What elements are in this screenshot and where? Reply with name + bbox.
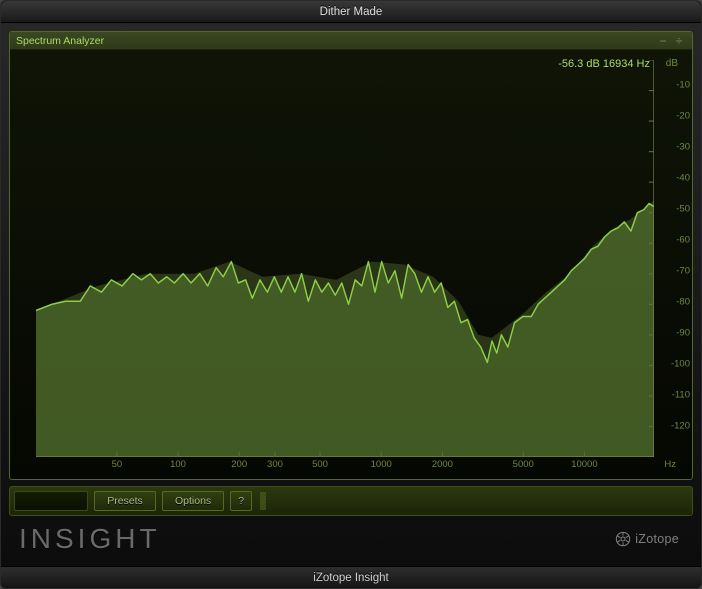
spectrum-plot[interactable] (36, 60, 654, 457)
product-name: INSIGHT (19, 523, 161, 555)
minimize-icon[interactable]: − (656, 35, 670, 47)
company-name: iZotope (635, 532, 679, 546)
footer-caption: iZotope Insight (313, 572, 388, 584)
branding-row: INSIGHT iZotope (9, 516, 693, 562)
plugin-window: Dither Made Spectrum Analyzer − ÷ -56.3 … (0, 0, 702, 589)
plugin-body: Spectrum Analyzer − ÷ -56.3 dB 16934 Hz … (1, 23, 701, 566)
analyzer-body: -56.3 dB 16934 Hz dB -10-20-30-40-50-60-… (10, 50, 692, 479)
window-titlebar[interactable]: Dither Made (1, 1, 701, 23)
spectrum-analyzer-panel: Spectrum Analyzer − ÷ -56.3 dB 16934 Hz … (9, 31, 693, 480)
freq-axis-labels: 5010020030050010002000500010000Hz (36, 457, 654, 475)
spectrum-svg (36, 60, 654, 457)
toolbar-grip-icon[interactable] (260, 492, 266, 510)
toolbar: Presets Options ? (9, 486, 693, 516)
izotope-mark-icon (615, 531, 631, 547)
company-logo: iZotope (615, 531, 679, 547)
panel-title: Spectrum Analyzer (16, 35, 654, 47)
panel-options-icon[interactable]: ÷ (672, 35, 686, 47)
db-axis-labels: -10-20-30-40-50-60-70-80-90-100-110-120 (666, 54, 692, 457)
footer-strip: iZotope Insight (1, 566, 701, 588)
options-button[interactable]: Options (162, 491, 224, 511)
help-button[interactable]: ? (230, 491, 252, 511)
panel-header: Spectrum Analyzer − ÷ (10, 32, 692, 50)
toolbar-display-well[interactable] (14, 491, 88, 511)
presets-button[interactable]: Presets (94, 491, 156, 511)
window-title: Dither Made (320, 6, 383, 18)
